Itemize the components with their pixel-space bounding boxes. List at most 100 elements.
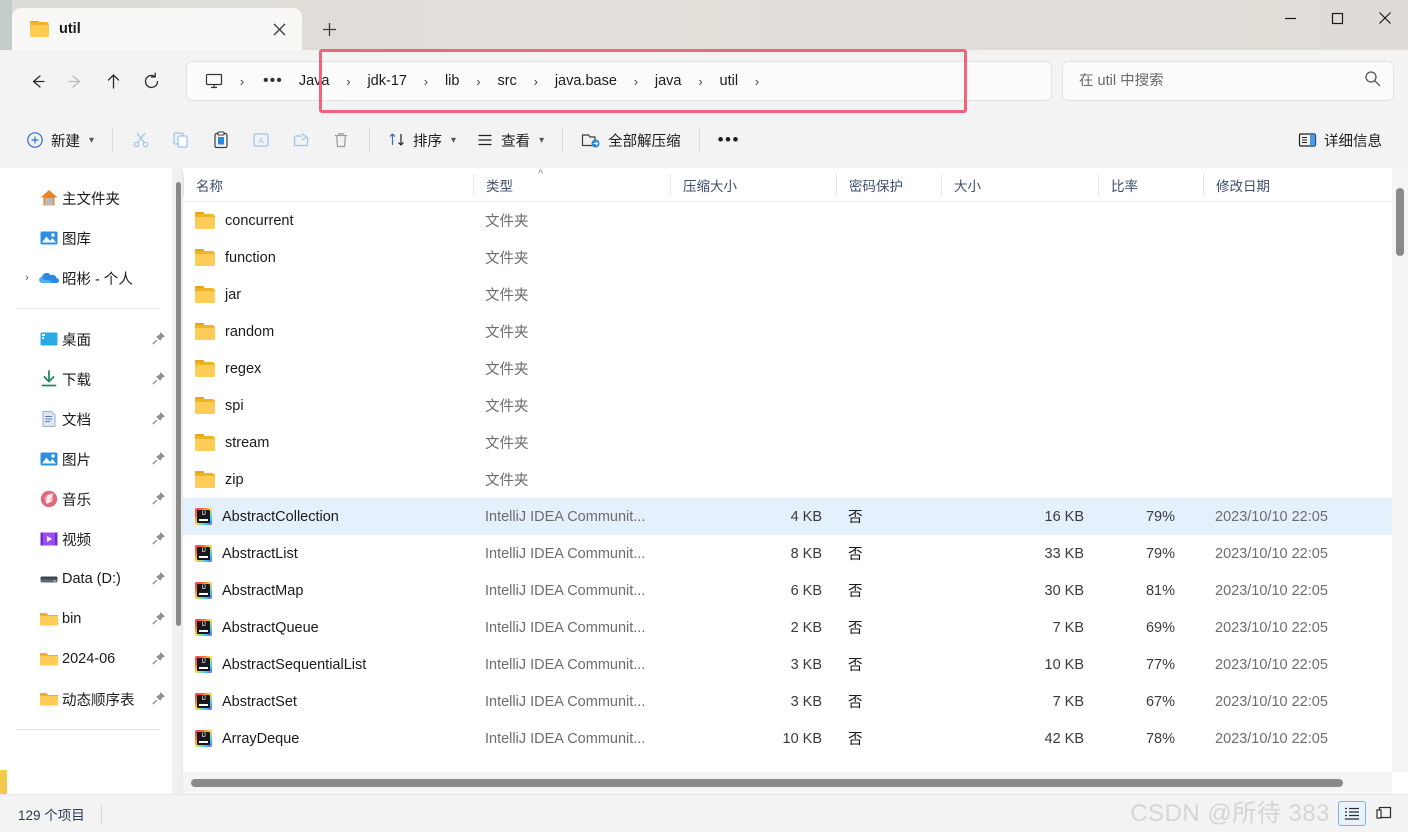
tab-util[interactable]: util <box>12 8 302 50</box>
table-row[interactable]: concurrent 文件夹 <box>183 202 1408 239</box>
this-pc-icon[interactable] <box>199 66 229 96</box>
delete-button[interactable] <box>321 122 361 158</box>
column-header-size[interactable]: 大小 <box>941 173 1098 196</box>
sidebar-item-g1i4[interactable]: 音乐 <box>4 479 176 519</box>
forward-button[interactable] <box>56 62 94 100</box>
breadcrumb-separator[interactable]: › <box>746 74 768 89</box>
details-view-toggle[interactable] <box>1338 801 1366 826</box>
chevron-down-icon[interactable]: ▾ <box>451 135 456 146</box>
table-row[interactable]: random 文件夹 <box>183 313 1408 350</box>
sidebar-item-datad[interactable]: Data (D:) <box>4 559 176 599</box>
minimize-button[interactable] <box>1267 0 1314 36</box>
up-button[interactable] <box>94 62 132 100</box>
vertical-scrollbar-track[interactable] <box>1392 168 1408 772</box>
column-header-modified[interactable]: 修改日期 <box>1203 173 1383 196</box>
navigation-sidebar[interactable]: 主文件夹 图库 › 昭彬 - 个人 桌面 下载 文档 图片 音乐 视频 Data (D:) bin 20… <box>0 168 182 794</box>
column-header-protected[interactable]: 密码保护 <box>836 173 941 196</box>
sidebar-item-g0i2[interactable]: › 昭彬 - 个人 <box>4 258 176 298</box>
table-row[interactable]: jar 文件夹 <box>183 276 1408 313</box>
column-header-name[interactable]: 名称 <box>183 173 473 196</box>
pin-icon[interactable] <box>152 531 166 548</box>
breadcrumb-overflow-button[interactable]: ••• <box>255 73 291 89</box>
search-icon[interactable] <box>1364 70 1381 92</box>
sort-button[interactable]: 排序 ▾ <box>378 122 466 158</box>
close-tab-icon[interactable] <box>266 16 292 42</box>
table-row[interactable]: IJ AbstractSequentialList IntelliJ IDEA Co… <box>183 646 1408 683</box>
breadcrumb[interactable]: › ••• Java › jdk-17 › lib › src › java.base › java… <box>186 49 1052 113</box>
refresh-button[interactable] <box>132 62 170 100</box>
breadcrumb-separator[interactable]: › <box>337 74 359 89</box>
table-row[interactable]: function 文件夹 <box>183 239 1408 276</box>
breadcrumb-separator[interactable]: › <box>525 74 547 89</box>
new-tab-button[interactable] <box>312 12 346 46</box>
view-button[interactable]: 查看 ▾ <box>466 122 554 158</box>
table-row[interactable]: stream 文件夹 <box>183 424 1408 461</box>
table-row[interactable]: spi 文件夹 <box>183 387 1408 424</box>
sidebar-item-g1i3[interactable]: 图片 <box>4 439 176 479</box>
breadcrumb-item-java[interactable]: Java <box>291 69 338 93</box>
table-row[interactable]: IJ AbstractSet IntelliJ IDEA Communit... 3 … <box>183 683 1408 720</box>
extract-all-button[interactable]: 全部解压缩 <box>571 122 691 158</box>
sidebar-item-g1i0[interactable]: 桌面 <box>4 319 176 359</box>
breadcrumb-separator[interactable]: › <box>467 74 489 89</box>
horizontal-scrollbar-thumb[interactable] <box>191 779 1343 787</box>
breadcrumb-item-src[interactable]: src <box>489 69 524 93</box>
column-header-type[interactable]: 类型 <box>473 173 670 196</box>
pin-icon[interactable] <box>152 611 166 628</box>
pin-icon[interactable] <box>152 371 166 388</box>
sidebar-item-g1i9[interactable]: 动态顺序表 <box>4 679 176 719</box>
table-row[interactable]: IJ AbstractMap IntelliJ IDEA Communit... 6 … <box>183 572 1408 609</box>
table-row[interactable]: regex 文件夹 <box>183 350 1408 387</box>
pin-icon[interactable] <box>152 411 166 428</box>
breadcrumb-separator[interactable]: › <box>231 74 253 89</box>
rename-button[interactable]: A <box>241 122 281 158</box>
more-options-button[interactable]: ••• <box>708 122 750 158</box>
chevron-down-icon[interactable]: ▾ <box>89 135 94 146</box>
new-button[interactable]: 新建 ▾ <box>16 122 104 158</box>
sidebar-item-g0i1[interactable]: 图库 <box>4 218 176 258</box>
breadcrumb-item-util[interactable]: util <box>712 69 747 93</box>
column-header-packed[interactable]: 压缩大小 <box>670 173 836 196</box>
pin-icon[interactable] <box>152 491 166 508</box>
copy-button[interactable] <box>161 122 201 158</box>
vertical-scrollbar-thumb[interactable] <box>1396 188 1404 256</box>
sidebar-scrollbar-thumb[interactable] <box>176 182 181 626</box>
sidebar-item-g1i2[interactable]: 文档 <box>4 399 176 439</box>
breadcrumb-item-lib[interactable]: lib <box>437 69 468 93</box>
sidebar-scrollbar-track[interactable] <box>172 168 182 794</box>
pin-icon[interactable] <box>152 691 166 708</box>
horizontal-scrollbar-track[interactable] <box>183 772 1392 794</box>
breadcrumb-separator[interactable]: › <box>415 74 437 89</box>
back-button[interactable] <box>18 62 56 100</box>
table-row[interactable]: IJ AbstractQueue IntelliJ IDEA Communit...… <box>183 609 1408 646</box>
pin-icon[interactable] <box>152 571 166 588</box>
maximize-button[interactable] <box>1314 0 1361 36</box>
column-header-ratio[interactable]: 比率 <box>1098 173 1203 196</box>
close-window-button[interactable] <box>1361 0 1408 36</box>
sidebar-item-g0i0[interactable]: 主文件夹 <box>4 178 176 218</box>
breadcrumb-separator[interactable]: › <box>690 74 712 89</box>
table-row[interactable]: zip 文件夹 <box>183 461 1408 498</box>
table-row[interactable]: IJ ArrayDeque IntelliJ IDEA Communit... 10 … <box>183 720 1408 757</box>
pin-icon[interactable] <box>152 451 166 468</box>
breadcrumb-root[interactable]: › ••• <box>187 66 291 96</box>
breadcrumb-item-java-base[interactable]: java.base <box>547 69 625 93</box>
details-pane-button[interactable]: 详细信息 <box>1288 122 1392 158</box>
sidebar-item-g1i1[interactable]: 下载 <box>4 359 176 399</box>
search-input[interactable] <box>1079 73 1364 89</box>
breadcrumb-separator[interactable]: › <box>625 74 647 89</box>
pin-icon[interactable] <box>152 651 166 668</box>
sidebar-item-bin[interactable]: bin <box>4 599 176 639</box>
chevron-right-icon[interactable]: › <box>18 272 36 284</box>
chevron-down-icon[interactable]: ▾ <box>539 135 544 146</box>
paste-button[interactable] <box>201 122 241 158</box>
sidebar-item-g1i5[interactable]: 视频 <box>4 519 176 559</box>
table-row[interactable]: IJ AbstractCollection IntelliJ IDEA Commun… <box>183 498 1408 535</box>
cut-button[interactable] <box>121 122 161 158</box>
pin-icon[interactable] <box>152 331 166 348</box>
breadcrumb-item-java[interactable]: java <box>647 69 690 93</box>
search-box[interactable] <box>1062 61 1394 101</box>
table-row[interactable]: IJ AbstractList IntelliJ IDEA Communit... 8… <box>183 535 1408 572</box>
sidebar-item-202406[interactable]: 2024-06 <box>4 639 176 679</box>
share-button[interactable] <box>281 122 321 158</box>
